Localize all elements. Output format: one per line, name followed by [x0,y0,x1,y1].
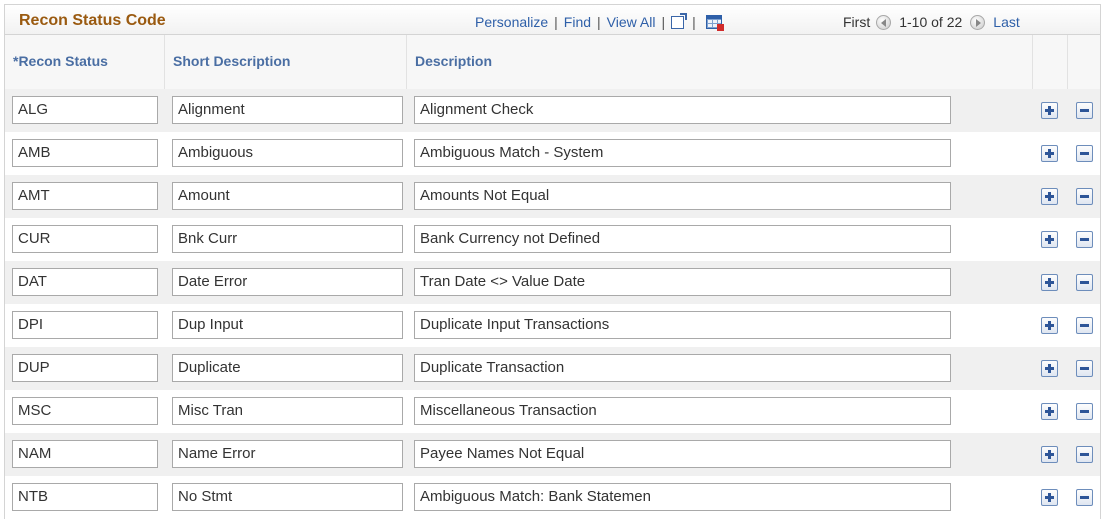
short-description-input[interactable]: Name Error [172,440,403,468]
add-row-button[interactable] [1041,231,1058,248]
nav-separator: | [597,14,601,30]
short-description-input[interactable]: Alignment [172,96,403,124]
add-row-button[interactable] [1041,317,1058,334]
delete-row-button[interactable] [1076,231,1093,248]
short-description-input[interactable]: No Stmt [172,483,403,511]
grid-download-icon[interactable] [705,15,724,31]
add-row-button[interactable] [1041,145,1058,162]
last-link[interactable]: Last [993,14,1019,30]
table-row: NAM Name Error Payee Names Not Equal [4,433,1101,476]
recon-status-input[interactable]: AMT [12,182,158,210]
table-row: DAT Date Error Tran Date <> Value Date [4,261,1101,304]
recon-status-input[interactable]: DAT [12,268,158,296]
find-link[interactable]: Find [564,14,591,30]
next-page-icon[interactable] [970,14,986,30]
table-row: AMB Ambiguous Ambiguous Match - System [4,132,1101,175]
add-row-button[interactable] [1041,274,1058,291]
table-row: MSC Misc Tran Miscellaneous Transaction [4,390,1101,433]
add-row-button[interactable] [1041,446,1058,463]
column-header-delete [1068,35,1100,89]
description-input[interactable]: Ambiguous Match - System [414,139,951,167]
short-description-input[interactable]: Amount [172,182,403,210]
short-description-input[interactable]: Date Error [172,268,403,296]
delete-row-button[interactable] [1076,274,1093,291]
recon-status-input[interactable]: NAM [12,440,158,468]
description-input[interactable]: Tran Date <> Value Date [414,268,951,296]
previous-page-icon[interactable] [876,14,892,30]
recon-status-grid: Recon Status Code Personalize | Find | V… [0,0,1105,519]
delete-row-button[interactable] [1076,102,1093,119]
add-row-button[interactable] [1041,102,1058,119]
column-header-short-description: Short Description [165,35,407,89]
description-input[interactable]: Amounts Not Equal [414,182,951,210]
table-row: NTB No Stmt Ambiguous Match: Bank Statemen [4,476,1101,519]
column-header-recon-status: *Recon Status [5,35,165,89]
personalize-link[interactable]: Personalize [475,14,548,30]
short-description-input[interactable]: Bnk Curr [172,225,403,253]
first-label: First [843,14,871,30]
description-input[interactable]: Payee Names Not Equal [414,440,951,468]
delete-row-button[interactable] [1076,145,1093,162]
recon-status-input[interactable]: MSC [12,397,158,425]
short-description-input[interactable]: Misc Tran [172,397,403,425]
add-row-button[interactable] [1041,188,1058,205]
short-description-input[interactable]: Ambiguous [172,139,403,167]
short-description-input[interactable]: Duplicate [172,354,403,382]
description-input[interactable]: Duplicate Transaction [414,354,951,382]
recon-status-input[interactable]: ALG [12,96,158,124]
description-input[interactable]: Ambiguous Match: Bank Statemen [414,483,951,511]
nav-separator: | [661,14,666,30]
recon-status-input[interactable]: DPI [12,311,158,339]
paging-controls: First 1-10 of 22 Last [843,13,1020,31]
view-all-link[interactable]: View All [607,14,656,30]
delete-row-button[interactable] [1076,360,1093,377]
description-input[interactable]: Bank Currency not Defined [414,225,951,253]
table-row: AMT Amount Amounts Not Equal [4,175,1101,218]
column-header-add [1033,35,1068,89]
delete-row-button[interactable] [1076,446,1093,463]
table-row: ALG Alignment Alignment Check [4,89,1101,132]
recon-status-input[interactable]: AMB [12,139,158,167]
description-input[interactable]: Miscellaneous Transaction [414,397,951,425]
column-header-label: Description [415,53,493,69]
add-row-button[interactable] [1041,360,1058,377]
zoom-icon[interactable] [671,12,688,29]
delete-row-button[interactable] [1076,489,1093,506]
grid-header-row: *Recon Status Short Description Descript… [4,35,1101,89]
short-description-input[interactable]: Dup Input [172,311,403,339]
recon-status-input[interactable]: NTB [12,483,158,511]
column-header-label: *Recon Status [13,53,108,69]
grid-title: Recon Status Code [19,12,166,29]
add-row-button[interactable] [1041,403,1058,420]
recon-status-input[interactable]: DUP [12,354,158,382]
delete-row-button[interactable] [1076,188,1093,205]
nav-separator: | [554,14,558,30]
column-header-description: Description [407,35,1033,89]
table-row: DUP Duplicate Duplicate Transaction [4,347,1101,390]
delete-row-button[interactable] [1076,317,1093,334]
add-row-button[interactable] [1041,489,1058,506]
grid-title-bar: Recon Status Code Personalize | Find | V… [4,4,1101,35]
grid-nav: Personalize | Find | View All | | [475,12,724,31]
nav-separator: | [692,14,696,30]
delete-row-button[interactable] [1076,403,1093,420]
table-row: DPI Dup Input Duplicate Input Transactions [4,304,1101,347]
recon-status-input[interactable]: CUR [12,225,158,253]
page-range: 1-10 of 22 [899,14,963,30]
table-row: CUR Bnk Curr Bank Currency not Defined [4,218,1101,261]
description-input[interactable]: Duplicate Input Transactions [414,311,951,339]
description-input[interactable]: Alignment Check [414,96,951,124]
column-header-label: Short Description [173,53,291,69]
